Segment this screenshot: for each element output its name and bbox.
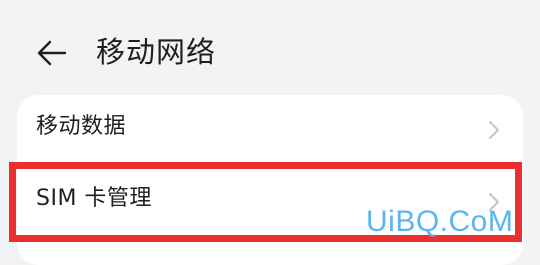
sim-management-item[interactable]: SIM 卡管理	[17, 165, 523, 265]
back-button[interactable]	[32, 34, 72, 72]
chevron-right-icon	[489, 121, 499, 139]
sim-management-label: SIM 卡管理	[36, 186, 152, 211]
chevron-right-icon	[489, 193, 499, 211]
header: 移动网络	[0, 0, 540, 100]
page-title: 移动网络	[96, 35, 217, 69]
mobile-data-label: 移动数据	[36, 114, 127, 139]
settings-card: 移动数据 SIM 卡管理	[17, 95, 523, 265]
mobile-data-item[interactable]: 移动数据	[17, 95, 523, 165]
back-arrow-icon	[37, 40, 67, 66]
